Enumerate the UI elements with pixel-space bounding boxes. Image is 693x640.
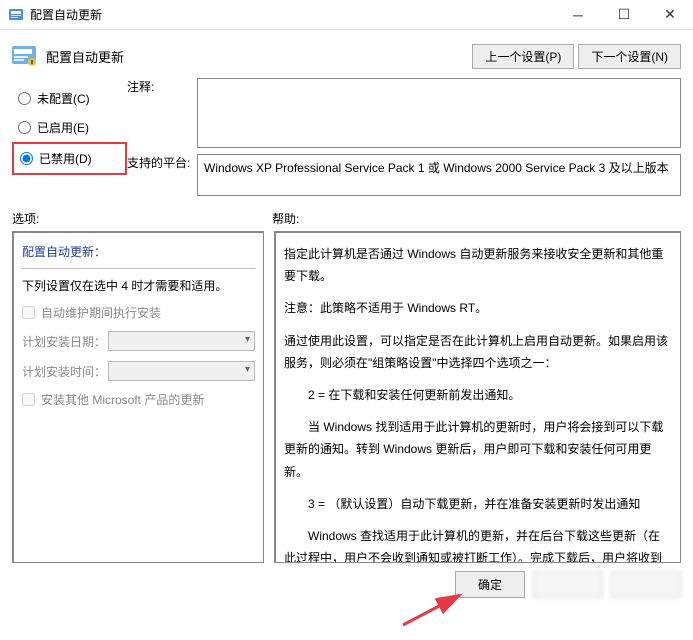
help-label: 帮助: (272, 210, 299, 227)
ok-button[interactable]: 确定 (455, 571, 525, 598)
platform-label: 支持的平台: (127, 154, 197, 196)
blurred-button-2[interactable] (611, 571, 681, 598)
help-panel[interactable]: 指定此计算机是否通过 Windows 自动更新服务来接收安全更新和其他重要下载。… (274, 231, 681, 563)
plan-day-row: 计划安装日期： (22, 331, 255, 351)
divider (22, 268, 255, 269)
help-p3: 通过使用此设置，可以指定是否在此计算机上启用自动更新。如果启用该服务，则必须在"… (284, 330, 672, 374)
plan-time-label: 计划安装时间： (22, 363, 108, 380)
checkbox-maintenance[interactable]: 自动维护期间执行安装 (22, 304, 255, 321)
header-row: 配置自动更新 上一个设置(P) 下一个设置(N) (0, 30, 693, 78)
checkbox-other-products[interactable]: 安装其他 Microsoft 产品的更新 (22, 391, 255, 408)
window-controls: ─ ☐ ✕ (555, 0, 693, 30)
radio-column: 未配置(C) 已启用(E) 已禁用(D) (12, 78, 127, 196)
options-label: 选项: (12, 210, 272, 227)
options-panel: 配置自动更新： 下列设置仅在选中 4 时才需要和适用。 自动维护期间执行安装 计… (12, 231, 264, 563)
options-title: 配置自动更新： (22, 243, 255, 260)
radio-disabled[interactable]: 已禁用(D) (12, 142, 127, 175)
prev-setting-button[interactable]: 上一个设置(P) (472, 44, 574, 69)
page-title: 配置自动更新 (46, 47, 468, 66)
radio-not-configured-label: 未配置(C) (37, 90, 90, 107)
titlebar: 配置自动更新 ─ ☐ ✕ (0, 0, 693, 30)
radio-disabled-label: 已禁用(D) (39, 150, 92, 167)
plan-day-select[interactable] (108, 331, 255, 351)
help-p1: 指定此计算机是否通过 Windows 自动更新服务来接收安全更新和其他重要下载。 (284, 243, 672, 287)
help-p7: Windows 查找适用于此计算机的更新，并在后台下载这些更新（在此过程中，用户… (284, 525, 672, 563)
window-icon (8, 7, 24, 23)
plan-time-select[interactable] (108, 361, 255, 381)
minimize-button[interactable]: ─ (555, 0, 601, 30)
help-p2: 注意：此策略不适用于 Windows RT。 (284, 297, 672, 319)
checkbox-maintenance-input (22, 306, 35, 319)
radio-disabled-input[interactable] (20, 152, 33, 165)
help-p6: 3 = （默认设置）自动下载更新，并在准备安装更新时发出通知 (284, 493, 672, 515)
help-p5: 当 Windows 找到适用于此计算机的更新时，用户将会接到可以下载更新的通知。… (284, 416, 672, 483)
notes-textarea[interactable] (197, 78, 681, 148)
notes-label: 注释: (127, 78, 197, 148)
window-title: 配置自动更新 (30, 6, 555, 23)
next-setting-button[interactable]: 下一个设置(N) (578, 44, 681, 69)
close-button[interactable]: ✕ (647, 0, 693, 30)
checkbox-maintenance-label: 自动维护期间执行安装 (41, 304, 161, 321)
options-note: 下列设置仅在选中 4 时才需要和适用。 (22, 277, 255, 294)
maximize-button[interactable]: ☐ (601, 0, 647, 30)
policy-icon (10, 42, 38, 70)
blurred-button-1[interactable] (533, 571, 603, 598)
footer: 确定 (0, 563, 693, 606)
radio-enabled[interactable]: 已启用(E) (12, 113, 127, 142)
help-p4: 2 = 在下载和安装任何更新前发出通知。 (284, 384, 672, 406)
radio-not-configured[interactable]: 未配置(C) (12, 84, 127, 113)
plan-time-row: 计划安装时间： (22, 361, 255, 381)
plan-day-label: 计划安装日期： (22, 333, 108, 350)
platform-text: Windows XP Professional Service Pack 1 或… (197, 154, 681, 196)
radio-enabled-label: 已启用(E) (37, 119, 89, 136)
radio-not-configured-input[interactable] (18, 92, 31, 105)
radio-enabled-input[interactable] (18, 121, 31, 134)
checkbox-other-products-input (22, 393, 35, 406)
checkbox-other-products-label: 安装其他 Microsoft 产品的更新 (41, 391, 204, 408)
